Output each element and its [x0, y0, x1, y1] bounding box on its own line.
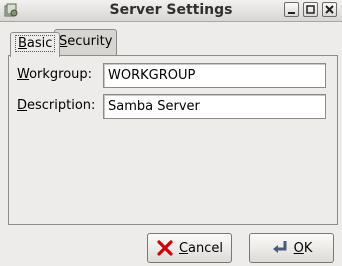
description-mnemonic: D	[17, 98, 28, 113]
workgroup-mnemonic: W	[17, 67, 30, 82]
cancel-label: Cancel	[179, 241, 223, 256]
tab-basic-mnemonic: B	[18, 36, 27, 51]
workgroup-label: Workgroup:	[17, 67, 92, 82]
tab-basic[interactable]: Basic	[10, 32, 61, 57]
minimize-icon	[288, 12, 295, 14]
close-icon	[325, 5, 334, 14]
title-bar[interactable]: Server Settings	[0, 0, 342, 22]
ok-label-text: K	[303, 240, 313, 256]
description-label-text: escription:	[27, 98, 96, 113]
description-field[interactable]	[103, 94, 326, 119]
cancel-button[interactable]: Cancel	[147, 233, 232, 263]
maximize-icon	[306, 5, 315, 14]
close-button[interactable]	[322, 2, 337, 17]
ok-label: OK	[294, 241, 313, 256]
ok-button[interactable]: OK	[249, 233, 334, 263]
cancel-label-text: ancel	[188, 240, 224, 256]
tab-basic-label: asic	[26, 36, 53, 51]
cancel-icon	[157, 240, 173, 256]
ok-arrow-icon	[272, 241, 287, 253]
maximize-button[interactable]	[303, 2, 318, 17]
tab-security[interactable]: Security	[54, 29, 118, 55]
workgroup-field[interactable]	[103, 63, 326, 88]
minimize-button[interactable]	[284, 2, 299, 17]
ok-mnemonic: O	[293, 240, 304, 256]
description-label: Description:	[17, 98, 95, 113]
cancel-mnemonic: C	[178, 240, 189, 256]
workgroup-label-text: orkgroup:	[29, 67, 93, 82]
tab-security-label: ecurity	[67, 34, 113, 49]
